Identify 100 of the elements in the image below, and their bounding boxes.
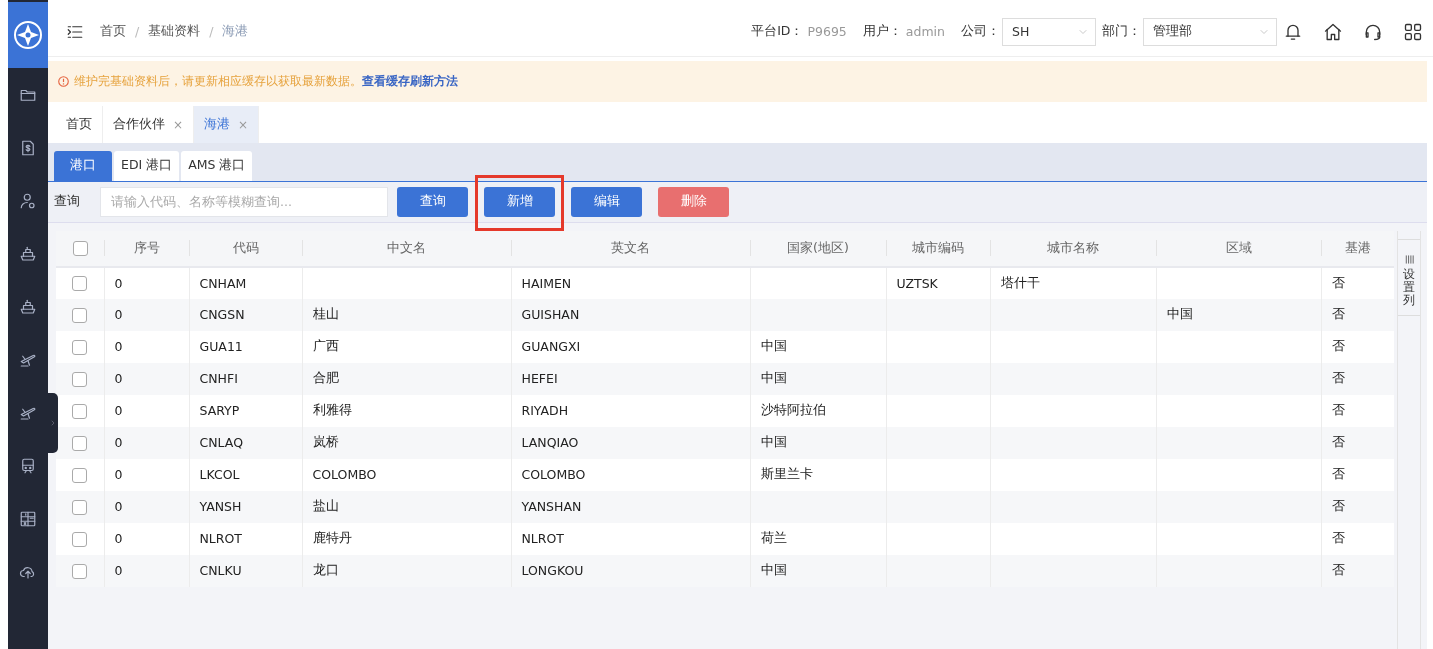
row-checkbox[interactable] [72,339,88,355]
table-cell: 0 [114,531,123,547]
table-cell: 0 [114,563,123,579]
apps-icon[interactable] [1403,21,1423,42]
column-header: 代码 [232,239,259,255]
company-label: 公司： [961,23,1000,41]
table-cell: CNHAM [199,275,247,291]
action-button[interactable]: 新增 [484,186,555,217]
row-checkbox[interactable] [72,371,88,387]
table-cell: 0 [114,371,123,387]
row-checkbox[interactable] [72,403,88,419]
row-checkbox[interactable] [72,435,88,451]
table-cell: 中国 [760,370,787,386]
table-cell: NLROT [521,531,564,547]
table-cell: COLOMBO [312,467,377,483]
table-cell: 否 [1331,274,1345,290]
compass-icon[interactable] [13,20,43,50]
sub-tab[interactable]: EDI 港口 [114,150,180,181]
table-cell: 广西 [312,338,339,354]
search-field[interactable]: 请输入代码、名称等模糊查询... [100,186,388,217]
table-cell: 利雅得 [312,402,352,418]
sub-tab[interactable]: 港口 [54,150,112,181]
table-cell: RIYADH [521,403,569,419]
table-cell: 0 [114,499,123,515]
table-cell: 沙特阿拉伯 [760,402,826,418]
dollar-document-icon[interactable] [19,139,37,157]
table-cell: 中国 [760,562,787,578]
page-tab[interactable]: 海港 × [194,106,260,143]
table-cell: GUA11 [199,339,243,355]
column-header: 城市编码 [912,239,964,255]
user-label: 用户： [862,23,902,41]
row-checkbox[interactable] [72,307,88,323]
table-cell: CNGSN [199,307,245,323]
chevron-icon [49,418,57,428]
breadcrumb-item[interactable]: 首页 [100,23,126,41]
table-cell: CNHFI [199,371,238,387]
table-cell: 否 [1331,338,1345,354]
table-cell: 0 [114,435,123,451]
column-header: 中文名 [387,239,426,255]
table-cell: 合肥 [312,370,339,386]
table-cell: 0 [114,339,123,355]
table-cell: 0 [114,275,123,291]
columns-icon [1403,253,1415,265]
table-cell: 龙口 [312,562,339,578]
user-icon[interactable] [19,192,37,210]
notice-link[interactable]: 查看缓存刷新方法 [362,73,458,88]
sub-tab[interactable]: AMS 港口 [181,150,253,181]
table-cell: 中国 [760,338,787,354]
table-cell: LANQIAO [521,435,579,451]
table-cell: 否 [1331,530,1345,546]
department-select[interactable]: 管理部 [1143,17,1277,46]
platform-label: 平台ID： [751,23,804,41]
table-cell: 斯里兰卡 [760,466,813,482]
table-cell: YANSH [199,499,242,515]
breadcrumb-item[interactable]: 基础资料 [148,23,201,41]
train-icon[interactable] [19,457,37,475]
table-cell: 否 [1331,402,1345,418]
grid-icon[interactable] [19,510,37,528]
table-cell: 0 [114,403,123,419]
action-button[interactable]: 查询 [397,186,468,217]
breadcrumb-separator: / [209,24,214,40]
table-cell: COLOMBO [521,467,586,483]
platform-id: P9695 [807,24,847,40]
user-name: admin [905,24,945,40]
company-select[interactable]: SH [1002,17,1096,46]
table-cell: 塔什干 [1000,274,1040,290]
table-cell: 中国 [760,434,787,450]
table-cell: GUANGXI [521,339,581,355]
row-checkbox[interactable] [72,563,88,579]
row-checkbox[interactable] [72,276,88,292]
breadcrumb-item: 海港 [222,23,249,41]
row-checkbox[interactable] [72,467,88,483]
table-cell: 岚桥 [312,434,339,450]
table-cell: 否 [1331,434,1345,450]
column-header: 区域 [1225,239,1252,255]
ship-icon[interactable] [19,298,37,316]
column-header: 序号 [133,239,160,255]
table-cell: SARYP [199,403,240,419]
search-label: 查询 [54,193,80,211]
notice-text: 维护完基础资料后，请更新相应缓存以获取最新数据。查看缓存刷新方法 [74,72,458,90]
ship-icon[interactable] [19,245,37,263]
table-cell: HAIMEN [521,275,572,291]
table-cell: YANSHAN [521,499,582,515]
row-checkbox[interactable] [72,499,88,515]
table-cell: 否 [1331,466,1345,482]
collapse-handle[interactable] [48,393,58,453]
row-checkbox[interactable] [72,531,88,547]
table-cell: 否 [1331,562,1345,578]
select-all-checkbox[interactable] [72,241,88,257]
table-cell: UZTSK [896,275,938,291]
table-cell: 桂山 [312,306,339,322]
table-cell: LONGKOU [521,563,584,579]
table-cell: 否 [1331,498,1345,514]
column-settings-button[interactable]: 设置列 [1398,238,1420,317]
action-button[interactable]: 编辑 [571,186,642,217]
column-header: 英文名 [611,239,650,255]
table-cell: 鹿特丹 [312,530,352,546]
home-icon[interactable] [1323,21,1343,42]
table-cell: 0 [114,307,123,323]
table-cell: 中国 [1166,306,1193,322]
